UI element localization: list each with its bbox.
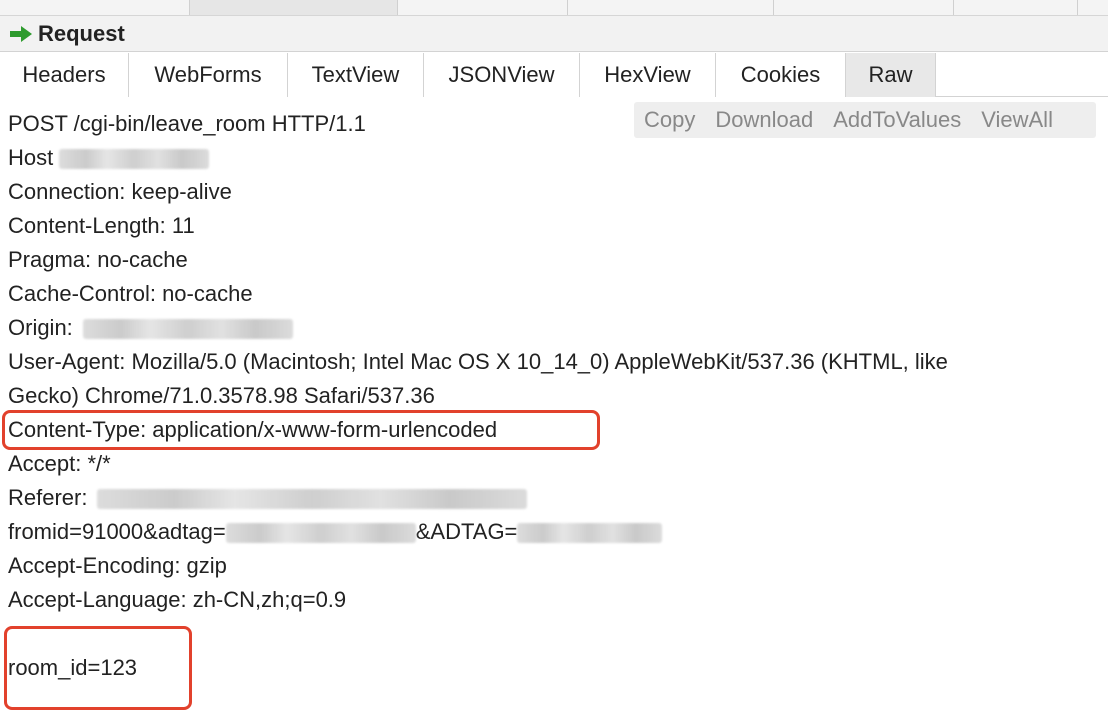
top-tab-active[interactable] bbox=[190, 0, 398, 15]
referer-query: fromid=91000&adtag= &ADTAG= bbox=[8, 518, 663, 546]
raw-request-view: Copy Download AddToValues ViewAll POST /… bbox=[0, 98, 1108, 724]
header-origin-label: Origin: bbox=[8, 315, 73, 340]
request-title: Request bbox=[38, 20, 125, 46]
tab-jsonview[interactable]: JSONView bbox=[424, 53, 580, 97]
header-content-length: Content-Length: 11 bbox=[8, 213, 195, 238]
top-tab-strip bbox=[0, 0, 1108, 16]
request-line: POST /cgi-bin/leave_room HTTP/1.1 bbox=[8, 111, 366, 136]
highlight-box-body bbox=[4, 626, 192, 710]
header-user-agent: User-Agent: Mozilla/5.0 (Macintosh; Inte… bbox=[8, 349, 948, 374]
header-accept-language: Accept-Language: zh-CN,zh;q=0.9 bbox=[8, 587, 347, 612]
copy-button[interactable]: Copy bbox=[634, 107, 705, 133]
referer-query-part1: fromid=91000&adtag= bbox=[8, 519, 226, 544]
raw-action-bar: Copy Download AddToValues ViewAll bbox=[634, 102, 1096, 138]
referer-query-part2: &ADTAG= bbox=[415, 519, 518, 544]
redacted-value bbox=[82, 319, 293, 340]
arrow-right-icon bbox=[10, 25, 32, 42]
tab-cookies[interactable]: Cookies bbox=[716, 53, 846, 97]
header-accept-encoding: Accept-Encoding: gzip bbox=[8, 553, 227, 578]
header-pragma: Pragma: no-cache bbox=[8, 247, 188, 272]
tab-headers[interactable]: Headers bbox=[0, 53, 129, 97]
header-origin: Origin: bbox=[8, 314, 293, 342]
top-tab[interactable] bbox=[954, 0, 1078, 15]
redacted-value bbox=[59, 149, 210, 170]
header-host-label: Host bbox=[8, 145, 54, 170]
highlight-box-content-type bbox=[2, 410, 600, 450]
header-connection: Connection: keep-alive bbox=[8, 179, 232, 204]
inspector-tabs: Headers WebForms TextView JSONView HexVi… bbox=[0, 53, 1108, 97]
tab-hexview[interactable]: HexView bbox=[580, 53, 716, 97]
header-referer: Referer: bbox=[8, 484, 528, 512]
redacted-value bbox=[517, 523, 663, 544]
top-tab[interactable] bbox=[774, 0, 954, 15]
tab-textview[interactable]: TextView bbox=[288, 53, 424, 97]
header-referer-label: Referer: bbox=[8, 485, 88, 510]
top-tab[interactable] bbox=[398, 0, 568, 15]
header-accept: Accept: */* bbox=[8, 451, 111, 476]
redacted-value bbox=[97, 489, 528, 510]
header-host: Host bbox=[8, 144, 210, 172]
download-button[interactable]: Download bbox=[705, 107, 823, 133]
header-user-agent-cont: Gecko) Chrome/71.0.3578.98 Safari/537.36 bbox=[8, 383, 435, 408]
header-cache-control: Cache-Control: no-cache bbox=[8, 281, 253, 306]
view-all-button[interactable]: ViewAll bbox=[971, 107, 1063, 133]
add-to-values-button[interactable]: AddToValues bbox=[823, 107, 971, 133]
top-tab[interactable] bbox=[0, 0, 190, 15]
tab-webforms[interactable]: WebForms bbox=[129, 53, 288, 97]
redacted-value bbox=[225, 523, 416, 544]
top-tab[interactable] bbox=[568, 0, 774, 15]
request-header-bar: Request bbox=[0, 16, 1108, 52]
tab-raw[interactable]: Raw bbox=[846, 53, 936, 97]
